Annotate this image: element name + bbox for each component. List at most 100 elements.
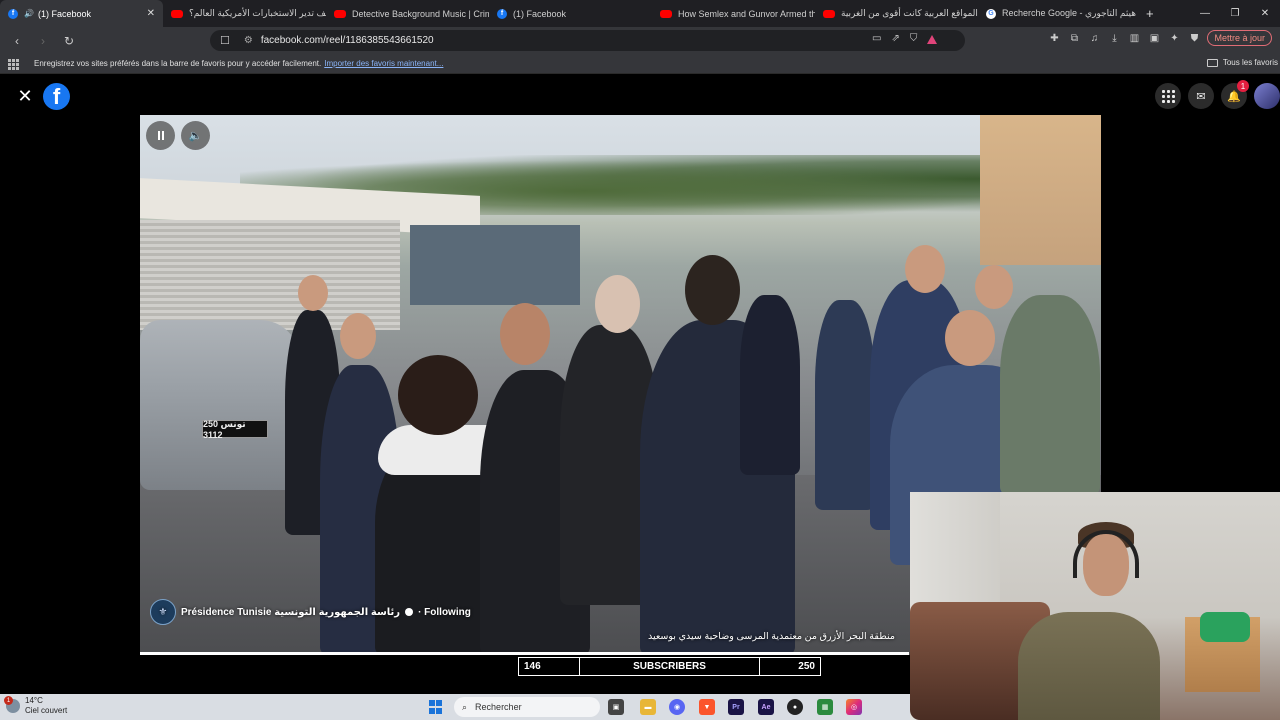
forward-icon[interactable]: ›: [32, 30, 54, 52]
windows-start-icon[interactable]: [429, 700, 443, 714]
profile-avatar[interactable]: [1254, 83, 1280, 109]
share-icon[interactable]: ⇗: [891, 33, 899, 44]
window-controls: — ❐ ✕: [1190, 0, 1280, 27]
screenshot-icon[interactable]: ⧉: [1067, 31, 1081, 45]
weather-widget[interactable]: 1 14°C Ciel couvert: [4, 696, 68, 716]
premiere-pro-icon[interactable]: Pr: [728, 699, 744, 715]
update-button[interactable]: Mettre à jour: [1207, 30, 1272, 46]
facebook-favicon-icon: f: [8, 8, 18, 19]
youtube-favicon-icon: [171, 9, 183, 18]
reload-icon[interactable]: ↻: [58, 30, 80, 52]
volume-icon[interactable]: 🔈: [181, 121, 210, 150]
obs-icon[interactable]: ●: [787, 699, 803, 715]
video-progress-fill: [140, 652, 909, 655]
webcam-person-body: [1018, 612, 1160, 720]
after-effects-icon[interactable]: Ae: [758, 699, 774, 715]
tab-youtube-4[interactable]: المواقع العربية كانت أقوى من الغربية: [815, 0, 978, 27]
reel-caption: منطقة البحر الأزرق من معتمدية المرسى وضا…: [648, 631, 895, 642]
person-head: [398, 355, 478, 435]
page-name[interactable]: Présidence Tunisie رئاسة الجمهورية التون…: [181, 607, 400, 618]
address-bar-actions: ▭ ⇗ ⛉: [872, 33, 938, 44]
page-info: ⚜ Présidence Tunisie رئاسة الجمهورية الت…: [150, 599, 471, 625]
tab-strip: f 🔊 (1) Facebook ✕ كيف تدير الاستخبارات …: [0, 0, 1280, 27]
google-favicon-icon: G: [986, 8, 996, 19]
subscriber-count-right: 250: [798, 661, 815, 672]
page-avatar[interactable]: ⚜: [150, 599, 176, 625]
video-car: [140, 320, 300, 490]
video-shop: [410, 225, 580, 305]
bookmarks-bar: Enregistrez vos sites préférés dans la b…: [0, 54, 1280, 74]
brave-browser-icon[interactable]: ▼: [699, 699, 715, 715]
file-explorer-icon[interactable]: ▬: [640, 699, 656, 715]
all-favorites[interactable]: Tous les favoris: [1206, 58, 1278, 67]
tab-label: (1) Facebook: [513, 8, 567, 19]
bookmark-icon[interactable]: ☐: [220, 34, 230, 47]
brave-rewards-icon[interactable]: [927, 35, 938, 44]
import-bookmarks-link[interactable]: Importer des favoris maintenant...: [324, 59, 443, 68]
tab-google[interactable]: G Recherche Google - هيثم التاجوري: [978, 0, 1138, 27]
weather-badge: 1: [4, 696, 13, 705]
verified-badge-icon: [405, 608, 414, 616]
media-icon[interactable]: ♫: [1087, 31, 1101, 45]
apps-grid-icon[interactable]: [8, 58, 19, 70]
subscriber-count-left: 146: [524, 661, 541, 672]
follow-status[interactable]: · Following: [418, 607, 471, 618]
person-head: [685, 255, 740, 325]
subscribers-label: SUBSCRIBERS: [633, 661, 706, 672]
tab-label: كيف تدير الاستخبارات الأمريكية العالم؟: [189, 8, 326, 18]
divider: [759, 658, 760, 675]
youtube-favicon-icon: [660, 9, 672, 18]
brave-shield-icon[interactable]: ⛉: [910, 33, 918, 44]
cast-icon[interactable]: ▭: [872, 33, 881, 44]
tab-label: Recherche Google - هيثم التاجوري: [1002, 8, 1137, 18]
download-icon[interactable]: ⤓: [1107, 31, 1121, 45]
calculator-icon[interactable]: ▦: [817, 699, 833, 715]
person-head: [500, 303, 550, 365]
webcam-overlay: [910, 492, 1280, 720]
url-text[interactable]: facebook.com/reel/1186385543661520: [261, 35, 434, 46]
menu-grid-icon[interactable]: [1155, 83, 1181, 109]
facebook-logo-icon[interactable]: f: [43, 83, 70, 110]
bookmarks-hint: Enregistrez vos sites préférés dans la b…: [34, 59, 322, 68]
weather-condition: Ciel couvert: [25, 706, 68, 715]
person-head: [595, 275, 640, 333]
person-figure: [740, 295, 800, 475]
youtube-favicon-icon: [334, 9, 346, 18]
discord-icon[interactable]: ◉: [669, 699, 685, 715]
subscribers-counter: 146 SUBSCRIBERS 250: [518, 657, 821, 676]
speaker-icon[interactable]: 🔊: [24, 9, 34, 18]
new-tab-icon[interactable]: +: [1138, 6, 1162, 21]
extensions-icon[interactable]: ✚: [1047, 31, 1061, 45]
car-license-plate: 250 تونس 3112: [202, 419, 268, 440]
close-tab-icon[interactable]: ✕: [141, 8, 155, 19]
minimize-icon[interactable]: —: [1190, 0, 1220, 27]
close-window-icon[interactable]: ✕: [1250, 0, 1280, 27]
vpn-icon[interactable]: ⛊: [1187, 31, 1201, 45]
address-bar[interactable]: ☐ ⚙ facebook.com/reel/1186385543661520: [210, 30, 965, 51]
close-icon[interactable]: ✕: [15, 86, 35, 106]
instagram-icon[interactable]: ◎: [846, 699, 862, 715]
tab-facebook-2[interactable]: f (1) Facebook: [489, 0, 652, 27]
task-view-icon[interactable]: ▣: [608, 699, 624, 715]
youtube-favicon-icon: [823, 9, 835, 18]
site-settings-icon[interactable]: ⚙: [244, 35, 253, 46]
restore-icon[interactable]: ❐: [1220, 0, 1250, 27]
tab-label: How Semlex and Gunvor Armed the: [678, 8, 815, 19]
messenger-icon[interactable]: ✉: [1188, 83, 1214, 109]
all-favorites-label: Tous les favoris: [1222, 58, 1278, 67]
search-placeholder: Rechercher: [475, 702, 522, 712]
tab-facebook-active[interactable]: f 🔊 (1) Facebook ✕: [0, 0, 163, 27]
person-figure: [1000, 295, 1100, 495]
tab-youtube-2[interactable]: Detective Background Music | Crime: [326, 0, 489, 27]
back-icon[interactable]: ‹: [6, 30, 28, 52]
webcam-bag: [1200, 612, 1250, 642]
browser-toolbar: ‹ › ↻ ☐ ⚙ facebook.com/reel/118638554366…: [0, 27, 1280, 54]
ai-icon[interactable]: ✦: [1167, 31, 1181, 45]
taskbar-search[interactable]: ⌕ Rechercher: [454, 697, 600, 717]
sidebar-icon[interactable]: ▥: [1127, 31, 1141, 45]
wallet-icon[interactable]: ▣: [1147, 31, 1161, 45]
tab-youtube-1[interactable]: كيف تدير الاستخبارات الأمريكية العالم؟: [163, 0, 326, 27]
tab-youtube-3[interactable]: How Semlex and Gunvor Armed the: [652, 0, 815, 27]
tab-label: Detective Background Music | Crime: [352, 8, 489, 19]
pause-button[interactable]: [146, 121, 175, 150]
